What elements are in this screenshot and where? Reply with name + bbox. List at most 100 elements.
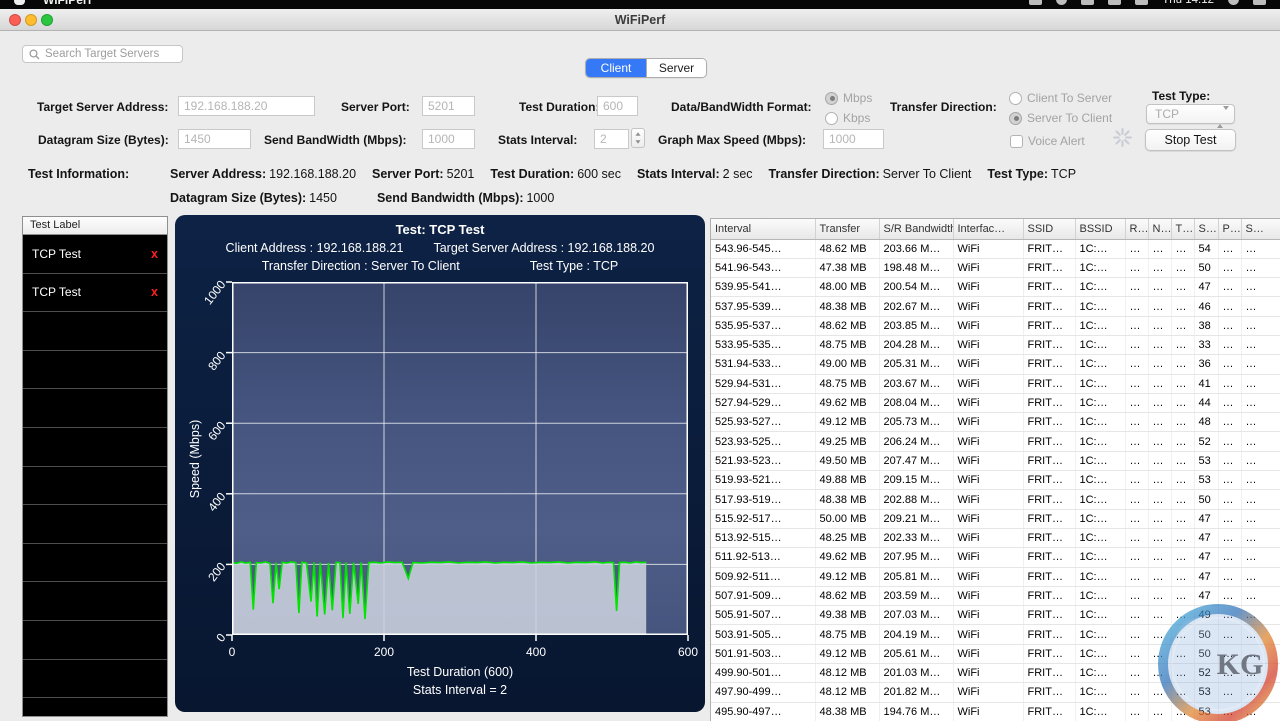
column-header[interactable]: P… <box>1218 219 1241 239</box>
wifi-status-icon[interactable] <box>1081 0 1094 5</box>
table-row[interactable]: 519.93-521…49.88 MB209.15 M…WiFiFRIT…1C:… <box>711 471 1280 490</box>
battery-status-icon[interactable] <box>1135 0 1148 5</box>
table-row[interactable]: 541.96-543…47.38 MB198.48 M…WiFiFRIT…1C:… <box>711 258 1280 277</box>
test-list-item[interactable]: TCP Testx <box>23 274 167 313</box>
column-header[interactable]: Interval <box>711 219 815 239</box>
control-center-icon[interactable] <box>1253 0 1266 5</box>
table-row[interactable]: 501.91-503…49.12 MB205.61 M…WiFiFRIT…1C:… <box>711 644 1280 663</box>
y-axis-tick-label: 1000 <box>201 278 228 308</box>
column-header[interactable]: SSID <box>1023 219 1075 239</box>
chart-panel: Test: TCP Test Client Address : 192.168.… <box>175 215 705 712</box>
tab-client[interactable]: Client <box>586 59 646 77</box>
column-header[interactable]: BSSID <box>1075 219 1125 239</box>
stop-test-button[interactable]: Stop Test <box>1145 129 1236 151</box>
test-list-empty-row <box>23 351 167 390</box>
column-header[interactable]: T… <box>1171 219 1194 239</box>
table-row[interactable]: 513.92-515…48.25 MB202.33 M…WiFiFRIT…1C:… <box>711 528 1280 547</box>
tab-server[interactable]: Server <box>646 59 706 77</box>
server-port-field[interactable]: 5201 <box>422 96 475 116</box>
test-list-empty-row <box>23 312 167 351</box>
direction-server-to-client-radio[interactable]: Server To Client <box>1009 109 1112 127</box>
test-list-empty-row <box>23 660 167 699</box>
chart-y-axis-label: Speed (Mbps) <box>188 420 202 499</box>
direction-client-to-server-radio[interactable]: Client To Server <box>1009 89 1112 107</box>
table-row[interactable]: 533.95-535…48.75 MB204.28 M…WiFiFRIT…1C:… <box>711 335 1280 354</box>
table-row[interactable]: 507.91-509…48.62 MB203.59 M…WiFiFRIT…1C:… <box>711 586 1280 605</box>
test-list-empty-row <box>23 505 167 544</box>
table-row[interactable]: 515.92-517…50.00 MB209.21 M…WiFiFRIT…1C:… <box>711 509 1280 528</box>
search-target-servers-field[interactable]: Search Target Servers <box>22 45 183 63</box>
table-row[interactable]: 529.94-531…48.75 MB203.67 M…WiFiFRIT…1C:… <box>711 374 1280 393</box>
column-header[interactable]: S/R Bandwidth <box>879 219 953 239</box>
datagram-size-field[interactable]: 1450 <box>178 129 251 149</box>
server-port-label: Server Port: <box>341 100 410 114</box>
radio-icon <box>825 92 838 105</box>
column-header[interactable]: N… <box>1148 219 1171 239</box>
test-list-header[interactable]: Test Label <box>22 216 168 235</box>
test-type-label: Test Type: <box>1152 89 1210 103</box>
column-header[interactable]: Transfer <box>815 219 879 239</box>
table-row[interactable]: 509.92-511…49.12 MB205.81 M…WiFiFRIT…1C:… <box>711 567 1280 586</box>
busy-spinner-icon <box>1113 128 1132 152</box>
chart-header: Test: TCP Test Client Address : 192.168.… <box>175 222 705 273</box>
info-item: Test Duration:600 sec <box>490 167 621 181</box>
table-row[interactable]: 503.91-505…48.75 MB204.19 M…WiFiFRIT…1C:… <box>711 625 1280 644</box>
target-server-address-label: Target Server Address: <box>37 100 168 114</box>
window-title: WiFiPerf <box>0 9 1280 31</box>
table-row[interactable]: 539.95-541…48.00 MB200.54 M…WiFiFRIT…1C:… <box>711 278 1280 297</box>
menubar-clock[interactable]: Thu 14:12 <box>1162 0 1214 6</box>
menubar-app-name[interactable]: WiFiPerf <box>43 0 92 7</box>
table-row[interactable]: 521.93-523…49.50 MB207.47 M…WiFiFRIT…1C:… <box>711 451 1280 470</box>
table-row[interactable]: 495.90-497…48.38 MB194.76 M…WiFiFRIT…1C:… <box>711 702 1280 721</box>
remove-test-icon[interactable]: x <box>151 247 158 261</box>
table-row[interactable]: 505.91-507…49.38 MB207.03 M…WiFiFRIT…1C:… <box>711 606 1280 625</box>
column-header[interactable]: S… <box>1241 219 1280 239</box>
spotlight-icon[interactable] <box>1228 0 1239 5</box>
popup-arrows-icon <box>1217 108 1229 126</box>
format-mbps-radio[interactable]: Mbps <box>825 89 872 107</box>
table-row[interactable]: 525.93-527…49.12 MB205.73 M…WiFiFRIT…1C:… <box>711 413 1280 432</box>
table-row[interactable]: 527.94-529…49.62 MB208.04 M…WiFiFRIT…1C:… <box>711 393 1280 412</box>
table-row[interactable]: 537.95-539…48.38 MB202.67 M…WiFiFRIT…1C:… <box>711 297 1280 316</box>
voice-alert-label: Voice Alert <box>1028 134 1085 148</box>
apple-menu-icon[interactable] <box>14 0 25 5</box>
stats-interval-stepper[interactable] <box>631 128 645 148</box>
chart-x-axis-label: Test Duration (600) <box>232 665 688 679</box>
table-row[interactable]: 499.90-501…48.12 MB201.03 M…WiFiFRIT…1C:… <box>711 664 1280 683</box>
transfer-direction-label: Transfer Direction: <box>890 100 997 114</box>
bluetooth-status-icon[interactable] <box>1056 0 1067 5</box>
radio-icon <box>825 112 838 125</box>
remove-test-icon[interactable]: x <box>151 285 158 299</box>
voice-alert-checkbox[interactable]: Voice Alert <box>1010 132 1085 150</box>
chart-stats-interval-caption: Stats Interval = 2 <box>232 683 688 697</box>
test-list-item[interactable]: TCP Testx <box>23 235 167 274</box>
display-status-icon[interactable] <box>1029 0 1042 5</box>
test-duration-field[interactable]: 600 <box>597 96 638 116</box>
table-row[interactable]: 535.95-537…48.62 MB203.85 M…WiFiFRIT…1C:… <box>711 316 1280 335</box>
info-item: Send Bandwidth (Mbps):1000 <box>377 191 554 205</box>
table-row[interactable]: 511.92-513…49.62 MB207.95 M…WiFiFRIT…1C:… <box>711 548 1280 567</box>
test-list-empty-row <box>23 621 167 660</box>
table-row[interactable]: 523.93-525…49.25 MB206.24 M…WiFiFRIT…1C:… <box>711 432 1280 451</box>
test-duration-label: Test Duration: <box>519 100 599 114</box>
results-table: IntervalTransferS/R BandwidthInterfac…SS… <box>711 219 1280 721</box>
column-header[interactable]: R… <box>1125 219 1148 239</box>
send-bandwidth-field[interactable]: 1000 <box>422 129 475 149</box>
info-item: Stats Interval:2 sec <box>637 167 753 181</box>
volume-status-icon[interactable] <box>1108 0 1121 5</box>
table-row[interactable]: 517.93-519…48.38 MB202.88 M…WiFiFRIT…1C:… <box>711 490 1280 509</box>
radio-icon <box>1009 112 1022 125</box>
table-row[interactable]: 543.96-545…48.62 MB203.66 M…WiFiFRIT…1C:… <box>711 239 1280 258</box>
table-row[interactable]: 531.94-533…49.00 MB205.31 M…WiFiFRIT…1C:… <box>711 355 1280 374</box>
test-type-popup[interactable]: TCP <box>1146 104 1235 124</box>
test-list-empty-row <box>23 698 167 717</box>
format-kbps-radio[interactable]: Kbps <box>825 109 872 127</box>
stats-interval-field[interactable]: 2 <box>594 129 629 149</box>
column-header[interactable]: Interfac… <box>953 219 1023 239</box>
target-server-address-field[interactable]: 192.168.188.20 <box>178 96 315 116</box>
radio-icon <box>1009 92 1022 105</box>
table-row[interactable]: 497.90-499…48.12 MB201.82 M…WiFiFRIT…1C:… <box>711 683 1280 702</box>
graph-max-speed-label: Graph Max Speed (Mbps): <box>658 133 806 147</box>
graph-max-speed-field[interactable]: 1000 <box>823 129 884 149</box>
column-header[interactable]: S… <box>1194 219 1218 239</box>
